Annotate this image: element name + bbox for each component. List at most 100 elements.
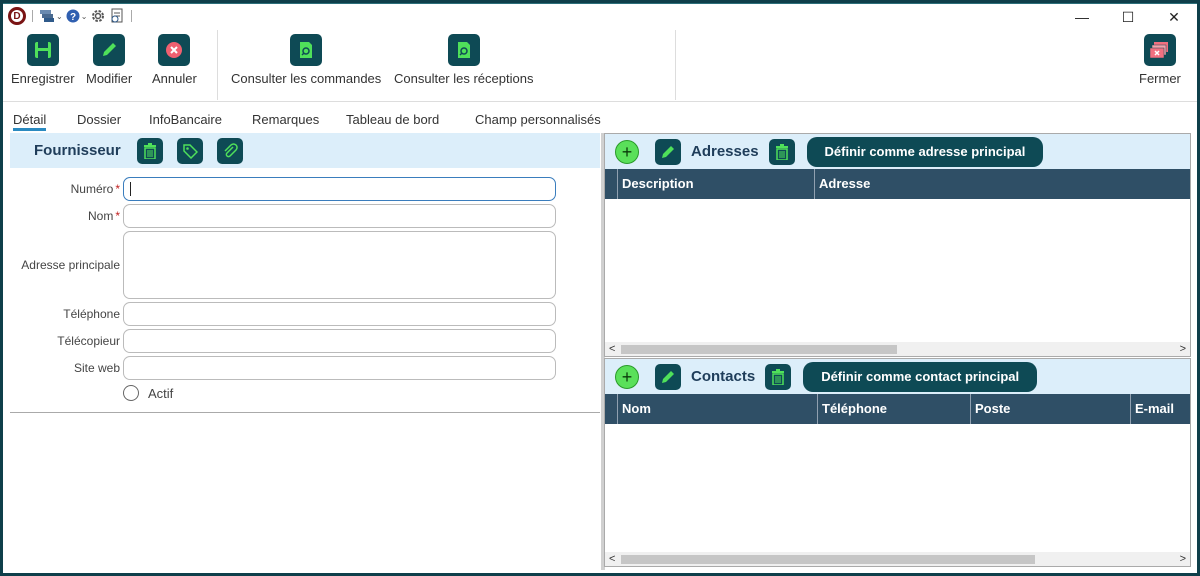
contacts-panel: + Contacts Définir comme contact princip… (604, 358, 1191, 567)
view-orders-label: Consulter les commandes (231, 71, 382, 86)
addresses-title: Adresses (691, 143, 759, 160)
app-logo: D (8, 7, 26, 25)
website-row: Site web (10, 356, 123, 380)
edit-address-button[interactable] (655, 138, 681, 165)
windows-menu-icon[interactable]: ⌄ (39, 9, 63, 23)
add-contact-button[interactable]: + (615, 364, 639, 389)
supplier-header: Fournisseur (10, 133, 600, 168)
ribbon-toolbar: Enregistrer Modifier Annuler Consulter l… (3, 30, 1197, 102)
tab-infobancaire[interactable]: InfoBancaire (149, 112, 222, 127)
name-input[interactable] (123, 204, 556, 228)
document-search-icon (447, 34, 480, 66)
required-marker: * (115, 209, 120, 223)
column-header[interactable]: Poste (970, 394, 1130, 424)
address-textarea[interactable] (123, 231, 556, 299)
add-address-button[interactable]: + (615, 139, 639, 164)
fax-row: Télécopieur (10, 329, 123, 353)
column-header[interactable]: E-mail (1130, 394, 1190, 424)
number-input[interactable] (123, 177, 556, 201)
ribbon-separator (675, 30, 676, 100)
addresses-horizontal-scrollbar[interactable]: < > (605, 342, 1190, 356)
fax-label: Télécopieur (57, 334, 120, 348)
addresses-header: + Adresses Définir comme adresse princip… (605, 134, 1190, 169)
maximize-button[interactable]: ☐ (1105, 4, 1151, 30)
required-marker: * (115, 182, 120, 196)
name-label: Nom * (88, 209, 120, 223)
modify-label: Modifier (86, 71, 133, 86)
active-checkbox[interactable] (123, 385, 139, 401)
delete-contact-button[interactable] (765, 363, 792, 390)
name-row: Nom * (10, 204, 123, 228)
save-button[interactable]: Enregistrer (11, 34, 75, 86)
contacts-horizontal-scrollbar[interactable]: < > (605, 552, 1190, 566)
phone-label: Téléphone (63, 307, 120, 321)
trash-icon (775, 143, 788, 160)
pencil-icon (662, 370, 674, 383)
separator (32, 10, 33, 22)
active-label: Actif (148, 385, 174, 401)
report-icon[interactable] (109, 8, 125, 24)
cancel-button[interactable]: Annuler (152, 34, 197, 86)
attach-button[interactable] (216, 137, 243, 164)
plus-icon: + (621, 141, 633, 162)
set-main-address-button[interactable]: Définir comme adresse principal (806, 136, 1044, 167)
main-window: D ⌄ ? ⌄ — ☐ ✕ Enregistrer Modifier Annul… (3, 3, 1197, 573)
number-label-text: Numéro (70, 182, 114, 196)
column-header[interactable]: Adresse (814, 169, 1190, 199)
scroll-right-icon[interactable]: > (1180, 552, 1186, 566)
scrollbar-thumb[interactable] (621, 345, 897, 354)
website-label: Site web (73, 361, 120, 375)
tab-detail[interactable]: Détail (13, 112, 47, 131)
cancel-label: Annuler (152, 71, 197, 86)
pencil-icon (93, 34, 126, 66)
close-form-button[interactable]: Fermer (1139, 34, 1181, 86)
help-icon[interactable]: ? ⌄ (66, 9, 88, 23)
scroll-right-icon[interactable]: > (1180, 342, 1186, 356)
ribbon-separator (217, 30, 218, 100)
column-header[interactable]: Nom (617, 394, 817, 424)
delete-address-button[interactable] (768, 138, 795, 165)
number-label: Numéro * (71, 182, 120, 196)
save-icon (26, 34, 59, 66)
chevron-down-icon: ⌄ (80, 11, 88, 21)
set-main-contact-button[interactable]: Définir comme contact principal (803, 361, 1038, 392)
scrollbar-thumb[interactable] (621, 555, 1035, 564)
modify-button[interactable]: Modifier (86, 34, 132, 86)
website-input[interactable] (123, 356, 556, 380)
delete-button[interactable] (136, 137, 163, 164)
contacts-grid-header: Nom Téléphone Poste E-mail (605, 394, 1190, 424)
supplier-title: Fournisseur (34, 142, 121, 159)
close-window-button[interactable]: ✕ (1151, 4, 1197, 30)
tag-button[interactable] (176, 137, 203, 164)
phone-row: Téléphone (10, 302, 123, 326)
phone-input[interactable] (123, 302, 556, 326)
column-header[interactable]: Téléphone (817, 394, 970, 424)
tag-icon (182, 143, 198, 159)
gear-icon[interactable] (90, 8, 106, 24)
addresses-panel: + Adresses Définir comme adresse princip… (604, 133, 1191, 357)
minimize-button[interactable]: — (1059, 4, 1105, 30)
text-cursor (130, 182, 131, 196)
edit-contact-button[interactable] (655, 363, 681, 390)
address-row: Adresse principale (10, 231, 123, 299)
tab-bar: Détail Dossier InfoBancaire Remarques Ta… (3, 104, 1197, 132)
active-checkbox-row[interactable]: Actif (123, 385, 173, 401)
supplier-panel: Fournisseur Numéro * Nom * Adresse princip… (10, 133, 600, 413)
tab-dossier[interactable]: Dossier (77, 112, 121, 127)
column-header[interactable]: Description (617, 169, 814, 199)
view-receptions-button[interactable]: Consulter les réceptions (394, 34, 533, 86)
fax-input[interactable] (123, 329, 556, 353)
tab-remarques[interactable]: Remarques (252, 112, 319, 127)
app-logo-letter: D (11, 10, 23, 22)
trash-icon (772, 368, 785, 385)
view-receptions-label: Consulter les réceptions (394, 71, 534, 86)
close-form-label: Fermer (1139, 71, 1181, 86)
tab-tableau-de-bord[interactable]: Tableau de bord (346, 112, 439, 127)
name-label-text: Nom (87, 209, 114, 223)
contacts-title: Contacts (691, 368, 756, 385)
tab-champ-personnalises[interactable]: Champ personnalisés (475, 112, 601, 127)
view-orders-button[interactable]: Consulter les commandes (231, 34, 381, 86)
scroll-left-icon[interactable]: < (609, 342, 615, 356)
number-row: Numéro * (10, 177, 123, 201)
scroll-left-icon[interactable]: < (609, 552, 615, 566)
